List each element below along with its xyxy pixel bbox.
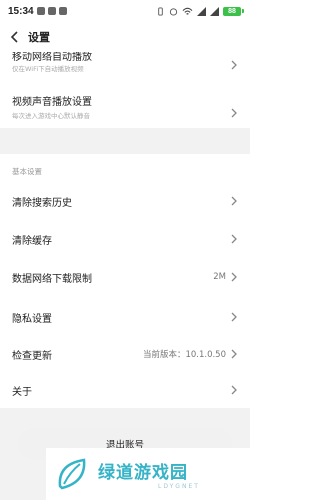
sound-sublabel: 每次进入游戏中心默认静音 (12, 112, 90, 120)
download-limit-label: 数据网络下载限制 (12, 273, 92, 285)
privacy-settings-label: 隐私设置 (12, 313, 52, 325)
about-label: 关于 (12, 386, 32, 398)
chevron-left-icon (10, 31, 18, 43)
signal-icon (197, 6, 206, 16)
clear-cache-label: 清除缓存 (12, 235, 52, 247)
chevron-right-icon (231, 196, 237, 206)
status-bar: 15:34 88 (0, 0, 250, 22)
download-limit-row[interactable]: 数据网络下载限制 2M (0, 257, 250, 297)
watermark-url: LDYGNET (158, 483, 200, 490)
chevron-right-icon (231, 272, 237, 282)
chevron-right-icon (231, 312, 237, 322)
chevron-right-icon (231, 385, 237, 395)
check-update-label: 检查更新 (12, 350, 52, 362)
privacy-settings-row[interactable]: 隐私设置 (0, 297, 250, 337)
page-title: 设置 (28, 31, 50, 44)
chevron-right-icon (231, 60, 237, 70)
chevron-right-icon (231, 108, 237, 118)
clear-search-history-label: 清除搜索历史 (12, 197, 72, 209)
notification-icon (36, 7, 45, 15)
watermark: 绿道游戏园 LDYGNET (46, 448, 250, 500)
nav-bar: 设置 (0, 22, 250, 52)
notification-icon (58, 7, 67, 15)
notification-icon (47, 7, 56, 15)
clear-search-history-row[interactable]: 清除搜索历史 (0, 181, 250, 221)
basic-settings-heading: 基本设置 (12, 167, 42, 176)
sound-setting-row[interactable]: 视频声音播放设置 每次进入游戏中心默认静音 (0, 84, 250, 124)
signal-icon (210, 6, 219, 16)
version-text: 当前版本：10.1.0.50 (142, 350, 226, 360)
download-limit-value: 2M (213, 272, 226, 282)
wifi-icon (182, 7, 193, 15)
check-update-row[interactable]: 检查更新 当前版本：10.1.0.50 (0, 334, 250, 374)
alarm-icon (169, 7, 178, 16)
status-time: 15:34 (8, 5, 34, 17)
about-row[interactable]: 关于 (0, 370, 250, 410)
chevron-right-icon (231, 234, 237, 244)
vibrate-icon (158, 6, 163, 16)
chevron-right-icon (231, 349, 237, 359)
back-button[interactable] (0, 31, 28, 43)
battery-level: 88 (223, 6, 241, 16)
battery-icon: 88 (223, 6, 244, 16)
autoplay-sublabel: 仅在WiFi下自动播放视频 (12, 65, 84, 73)
section-divider (0, 128, 250, 154)
leaf-logo-icon (58, 458, 86, 490)
sound-label: 视频声音播放设置 (12, 97, 92, 108)
watermark-title: 绿道游戏园 (98, 463, 188, 483)
clear-cache-row[interactable]: 清除缓存 (0, 219, 250, 259)
